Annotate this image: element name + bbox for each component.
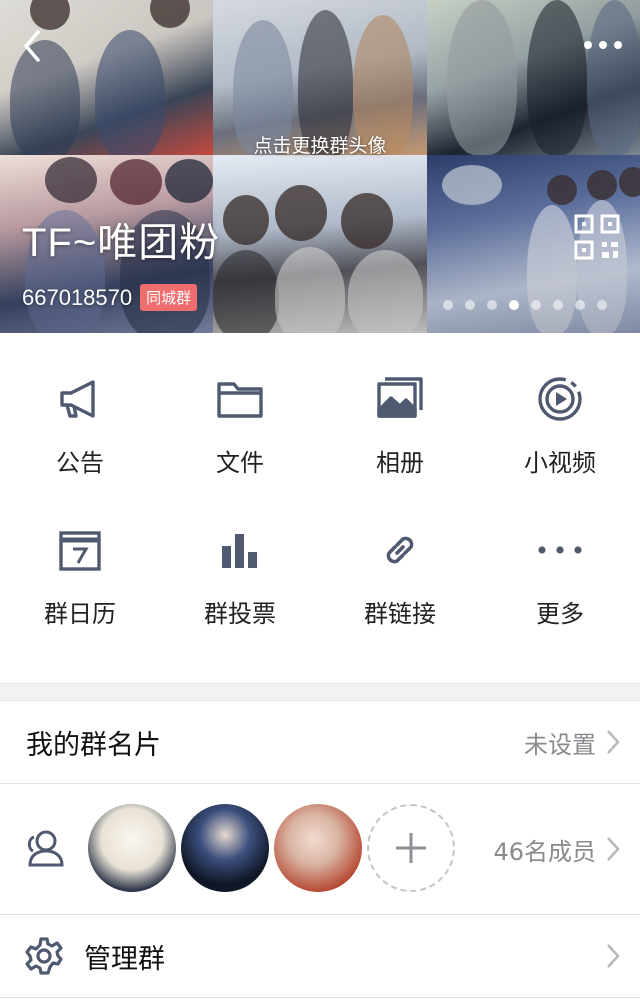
avatar[interactable] [274, 804, 362, 892]
feature-announcement[interactable]: 公告 [0, 333, 160, 508]
section-divider [0, 683, 640, 701]
my-group-card-title: 我的群名片 [26, 729, 161, 761]
feature-label: 小视频 [524, 449, 596, 477]
more-dot-icon [584, 41, 592, 49]
folder-icon [216, 375, 264, 423]
page-dot [597, 300, 607, 310]
more-dot-icon [599, 41, 607, 49]
page-dot [509, 300, 519, 310]
link-icon [376, 526, 424, 574]
group-id-row: 667018570 同城群 [22, 284, 198, 311]
feature-calendar[interactable]: 群日历 [0, 508, 160, 683]
page-dot [465, 300, 475, 310]
page-dot [487, 300, 497, 310]
megaphone-icon [56, 375, 104, 423]
feature-label: 相册 [376, 449, 424, 477]
avatar[interactable] [88, 804, 176, 892]
feature-label: 群投票 [204, 600, 276, 628]
qr-code-icon [574, 214, 620, 260]
manage-group-title: 管理群 [84, 943, 165, 975]
chevron-right-icon [607, 730, 620, 754]
more-dots-icon [536, 526, 584, 574]
my-group-card-row[interactable]: 我的群名片 未设置 [0, 701, 640, 784]
feature-album[interactable]: 相册 [320, 333, 480, 508]
page-dot [553, 300, 563, 310]
feature-link[interactable]: 群链接 [320, 508, 480, 683]
back-button[interactable] [14, 26, 54, 66]
feature-short-video[interactable]: 小视频 [480, 333, 640, 508]
page-dot [531, 300, 541, 310]
feature-grid: 公告 文件 相册 小视频 群日历 群投票 群链接 更多 [0, 333, 640, 683]
change-avatar-hint[interactable]: 点击更换群头像 [213, 131, 427, 158]
more-dot-icon [614, 41, 622, 49]
bar-chart-icon [216, 526, 264, 574]
add-member-button[interactable] [367, 804, 455, 892]
feature-label: 文件 [216, 449, 264, 477]
gear-icon [25, 937, 63, 975]
manage-group-row[interactable]: 管理群 [0, 915, 640, 998]
header-more-button[interactable] [578, 30, 628, 60]
feature-files[interactable]: 文件 [160, 333, 320, 508]
photo-page-indicator [443, 300, 607, 310]
member-avatars [88, 804, 455, 892]
feature-more[interactable]: 更多 [480, 508, 640, 683]
members-icon [27, 830, 64, 867]
city-group-badge: 同城群 [140, 284, 198, 311]
chevron-right-icon [607, 837, 620, 861]
back-arrow-icon [24, 30, 40, 62]
video-icon [536, 375, 584, 423]
feature-label: 群日历 [44, 600, 116, 628]
chevron-right-icon [607, 944, 620, 968]
group-id: 667018570 [22, 284, 133, 310]
member-count: 46名成员 [493, 837, 596, 866]
page-dot [575, 300, 585, 310]
my-group-card-value: 未设置 [524, 730, 596, 759]
avatar[interactable] [181, 804, 269, 892]
group-name: TF~唯团粉 [22, 221, 221, 265]
calendar-icon [56, 526, 104, 574]
feature-vote[interactable]: 群投票 [160, 508, 320, 683]
feature-label: 群链接 [364, 600, 436, 628]
page-dot [443, 300, 453, 310]
album-icon [376, 375, 424, 423]
members-row[interactable]: 46名成员 [0, 784, 640, 915]
plus-icon [396, 833, 426, 863]
feature-label: 公告 [56, 449, 104, 477]
qr-code-button[interactable] [574, 214, 620, 260]
group-header: 点击更换群头像 TF~唯团粉 667018570 同城群 [0, 0, 640, 333]
feature-label: 更多 [536, 600, 584, 628]
